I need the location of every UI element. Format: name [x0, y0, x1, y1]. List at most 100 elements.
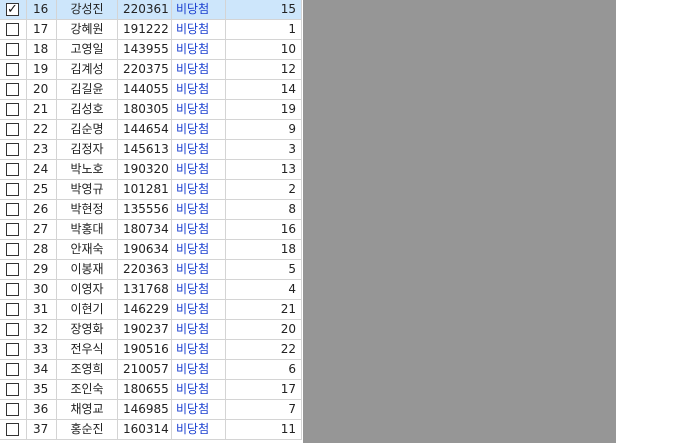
count-cell: 2 — [226, 180, 302, 199]
row-number: 35 — [27, 380, 57, 399]
count-cell: 13 — [226, 160, 302, 179]
status-cell: 비당첨 — [172, 340, 226, 359]
checkbox-cell — [0, 340, 27, 359]
id-cell: 146985 — [118, 400, 172, 419]
row-checkbox[interactable] — [6, 303, 19, 316]
status-cell: 비당첨 — [172, 40, 226, 59]
table-row[interactable]: 28 안재숙 190634 비당첨 18 — [0, 240, 302, 260]
table-row[interactable]: 18 고영일 143955 비당첨 10 — [0, 40, 302, 60]
table-row[interactable]: 26 박현정 135556 비당첨 8 — [0, 200, 302, 220]
row-checkbox[interactable] — [6, 223, 19, 236]
checkbox-cell — [0, 240, 27, 259]
row-number: 36 — [27, 400, 57, 419]
row-checkbox[interactable] — [6, 0, 19, 19]
count-cell: 16 — [226, 220, 302, 239]
id-cell: 135556 — [118, 200, 172, 219]
row-number: 18 — [27, 40, 57, 59]
checkbox-cell — [0, 360, 27, 379]
row-checkbox[interactable] — [6, 243, 19, 256]
count-cell: 10 — [226, 40, 302, 59]
row-checkbox[interactable] — [6, 103, 19, 116]
row-checkbox[interactable] — [6, 263, 19, 276]
id-cell: 146229 — [118, 300, 172, 319]
row-number: 30 — [27, 280, 57, 299]
data-grid: 16강성진220361비당첨1517강혜원191222비당첨118고영일1439… — [0, 0, 302, 440]
table-row[interactable]: 20 김길윤 144055 비당첨 14 — [0, 80, 302, 100]
table-row[interactable]: 24 박노호 190320 비당첨 13 — [0, 160, 302, 180]
name-cell: 이현기 — [57, 300, 118, 319]
id-cell: 160314 — [118, 420, 172, 439]
table-row[interactable]: 30 이영자 131768 비당첨 4 — [0, 280, 302, 300]
table-row[interactable]: 22 김순명 144654 비당첨 9 — [0, 120, 302, 140]
row-checkbox[interactable] — [6, 83, 19, 96]
count-cell: 6 — [226, 360, 302, 379]
count-cell: 4 — [226, 280, 302, 299]
row-number: 20 — [27, 80, 57, 99]
table-row[interactable]: 19 김계성 220375 비당첨 12 — [0, 60, 302, 80]
name-cell: 박노호 — [57, 160, 118, 179]
name-cell: 박영규 — [57, 180, 118, 199]
id-cell: 190320 — [118, 160, 172, 179]
row-checkbox[interactable] — [6, 343, 19, 356]
status-cell: 비당첨 — [172, 380, 226, 399]
row-checkbox[interactable] — [6, 23, 19, 36]
count-cell: 12 — [226, 60, 302, 79]
table-row[interactable]: 17 강혜원 191222 비당첨 1 — [0, 20, 302, 40]
row-number: 33 — [27, 340, 57, 359]
name-cell: 안재숙 — [57, 240, 118, 259]
table-row[interactable]: 35 조인숙 180655 비당첨 17 — [0, 380, 302, 400]
count-cell: 14 — [226, 80, 302, 99]
table-row[interactable]: 37 홍순진 160314 비당첨 11 — [0, 420, 302, 440]
row-checkbox[interactable] — [6, 63, 19, 76]
row-checkbox[interactable] — [6, 383, 19, 396]
checkbox-cell — [0, 320, 27, 339]
table-row[interactable]: 33 전우식 190516 비당첨 22 — [0, 340, 302, 360]
row-number: 16 — [27, 0, 57, 19]
row-checkbox[interactable] — [6, 423, 19, 436]
checkbox-cell — [0, 120, 27, 139]
table-row[interactable]: 36 채영교 146985 비당첨 7 — [0, 400, 302, 420]
count-cell: 19 — [226, 100, 302, 119]
row-checkbox[interactable] — [6, 43, 19, 56]
status-cell: 비당첨 — [172, 80, 226, 99]
table-row[interactable]: 32 장영화 190237 비당첨 20 — [0, 320, 302, 340]
name-cell: 김순명 — [57, 120, 118, 139]
row-number: 17 — [27, 20, 57, 39]
id-cell: 180305 — [118, 100, 172, 119]
table-row[interactable]: 29 이봉재 220363 비당첨 5 — [0, 260, 302, 280]
id-cell: 180655 — [118, 380, 172, 399]
row-number: 19 — [27, 60, 57, 79]
name-cell: 김길윤 — [57, 80, 118, 99]
row-number: 29 — [27, 260, 57, 279]
table-row[interactable]: 31 이현기 146229 비당첨 21 — [0, 300, 302, 320]
row-checkbox[interactable] — [6, 363, 19, 376]
row-checkbox[interactable] — [6, 123, 19, 136]
id-cell: 143955 — [118, 40, 172, 59]
row-number: 27 — [27, 220, 57, 239]
row-checkbox[interactable] — [6, 323, 19, 336]
table-row[interactable]: 34 조영희 210057 비당첨 6 — [0, 360, 302, 380]
row-checkbox[interactable] — [6, 183, 19, 196]
status-cell: 비당첨 — [172, 160, 226, 179]
table-row[interactable]: 23 김정자 145613 비당첨 3 — [0, 140, 302, 160]
table-row[interactable]: 25 박영규 101281 비당첨 2 — [0, 180, 302, 200]
table-row[interactable]: 16강성진220361비당첨15 — [0, 0, 302, 20]
name-cell: 박홍대 — [57, 220, 118, 239]
status-cell: 비당첨 — [172, 220, 226, 239]
row-number: 28 — [27, 240, 57, 259]
name-cell: 고영일 — [57, 40, 118, 59]
status-cell: 비당첨 — [172, 240, 226, 259]
row-checkbox[interactable] — [6, 283, 19, 296]
table-row[interactable]: 27 박홍대 180734 비당첨 16 — [0, 220, 302, 240]
row-checkbox[interactable] — [6, 203, 19, 216]
name-cell: 강혜원 — [57, 20, 118, 39]
id-cell: 191222 — [118, 20, 172, 39]
checkbox-cell — [0, 220, 27, 239]
checkbox-cell — [0, 200, 27, 219]
table-row[interactable]: 21 김성호 180305 비당첨 19 — [0, 100, 302, 120]
row-checkbox[interactable] — [6, 403, 19, 416]
row-checkbox[interactable] — [6, 143, 19, 156]
row-checkbox[interactable] — [6, 163, 19, 176]
count-cell: 1 — [226, 20, 302, 39]
status-cell: 비당첨 — [172, 260, 226, 279]
